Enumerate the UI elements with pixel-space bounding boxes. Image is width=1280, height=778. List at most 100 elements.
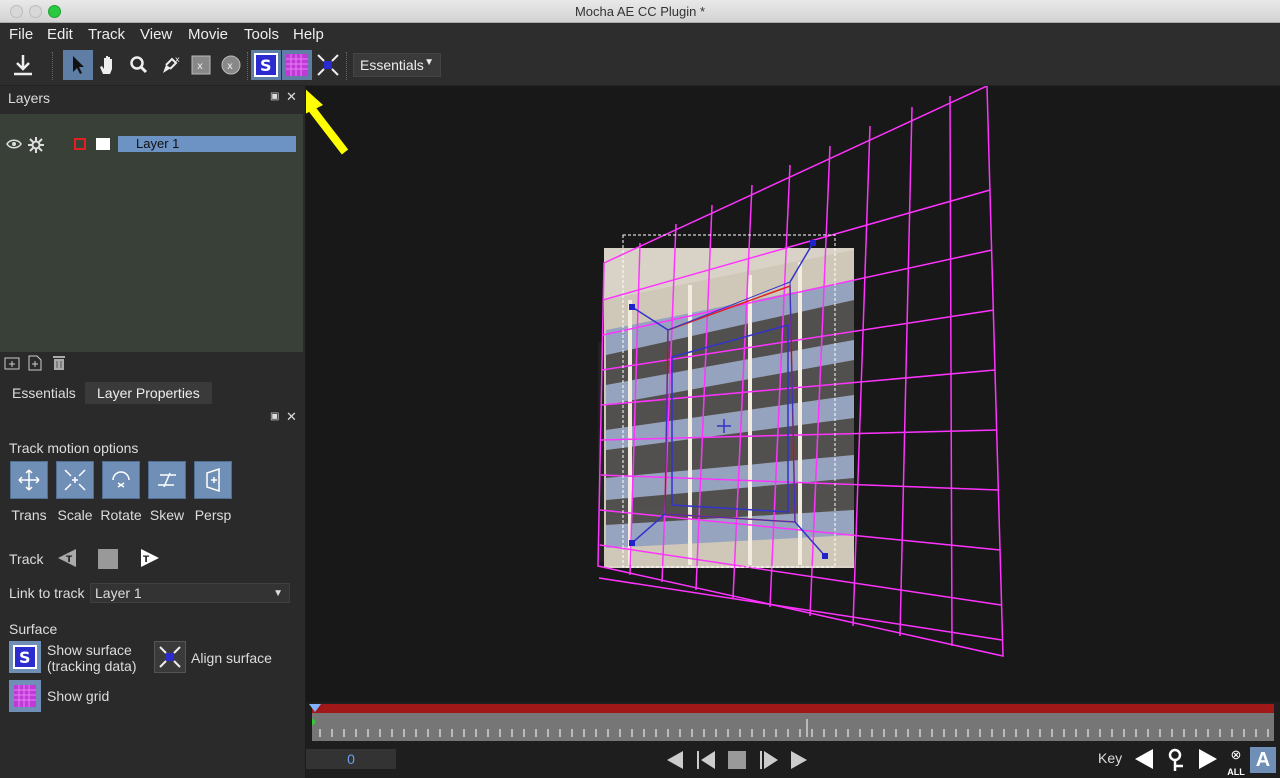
visibility-eye-icon[interactable]: [6, 138, 22, 150]
window-close-button[interactable]: [10, 5, 23, 18]
show-grid-toggle[interactable]: [282, 50, 312, 80]
zoom-tool-button[interactable]: [124, 50, 154, 80]
play-backwards-icon[interactable]: [696, 750, 716, 770]
layer-row-selected[interactable]: Layer 1: [118, 136, 296, 152]
rectangle-shape-icon: x: [191, 55, 211, 75]
stop-tracking-button[interactable]: [98, 549, 118, 569]
show-surface-subtext: (tracking data): [47, 658, 137, 674]
viewer-canvas[interactable]: [306, 86, 1280, 702]
export-button[interactable]: [8, 50, 38, 80]
motion-skew-button[interactable]: [148, 461, 186, 499]
svg-text:T: T: [66, 555, 73, 565]
toolbar-separator: [346, 52, 347, 80]
svg-text:x: x: [197, 61, 203, 72]
spline-tool-button[interactable]: x: [156, 50, 186, 80]
timeline-scrubber[interactable]: [312, 713, 1274, 741]
current-frame-field[interactable]: 0: [306, 749, 396, 769]
float-panel-icon[interactable]: ▣: [270, 91, 279, 102]
surface-s-icon: S: [13, 645, 37, 669]
ellipse-shape-icon: x: [221, 55, 241, 75]
align-surface-icon: [317, 54, 339, 76]
menu-movie[interactable]: Movie: [188, 26, 228, 43]
svg-text:x: x: [175, 55, 180, 64]
layer-color-swatch[interactable]: [74, 138, 86, 150]
show-surface-text: Show surface: [47, 642, 132, 658]
surface-s-icon: S: [254, 53, 278, 77]
autokey-button[interactable]: A: [1250, 747, 1276, 773]
motion-scale-button[interactable]: [56, 461, 94, 499]
delete-all-keys-button[interactable]: ⊗ ALL: [1226, 748, 1246, 778]
close-icon[interactable]: ✕: [286, 89, 297, 105]
tab-layer-properties[interactable]: Layer Properties: [85, 382, 212, 404]
motion-persp-button[interactable]: [194, 461, 232, 499]
new-layer-icon[interactable]: [28, 355, 42, 371]
rect-tool-button[interactable]: x: [186, 50, 216, 80]
menu-edit[interactable]: Edit: [47, 26, 73, 43]
add-keyframe-icon[interactable]: [1168, 748, 1188, 772]
prev-keyframe-icon[interactable]: [1134, 748, 1154, 770]
annotation-arrows: [306, 89, 349, 155]
window-minimize-button[interactable]: [29, 5, 42, 18]
grid-icon: [286, 54, 308, 76]
stop-playback-button[interactable]: [728, 751, 746, 769]
menu-track[interactable]: Track: [88, 26, 125, 43]
menu-tools[interactable]: Tools: [244, 26, 279, 43]
link-to-track-dropdown[interactable]: Layer 1 ▼: [90, 583, 290, 603]
magnifier-icon: [130, 56, 148, 74]
new-folder-icon[interactable]: [4, 356, 20, 370]
layer-matte-swatch[interactable]: [96, 138, 110, 150]
align-surface-label: Align surface: [191, 650, 272, 666]
timeline: 0 Key ⊗ ALL A: [306, 702, 1280, 778]
motion-rotate-button[interactable]: [102, 461, 140, 499]
motion-trans-button[interactable]: [10, 461, 48, 499]
tab-essentials[interactable]: Essentials: [0, 382, 88, 404]
left-panel: Layers ▣ ✕ ▼≡ Layer 1 Essentials Layer P…: [0, 86, 305, 778]
play-forwards-icon[interactable]: [759, 750, 779, 770]
hand-icon: [100, 56, 112, 74]
show-surface-button[interactable]: S: [9, 641, 41, 673]
menu-help[interactable]: Help: [293, 26, 324, 43]
layer-name: Layer 1: [136, 136, 180, 151]
translate-arrows-icon: [18, 469, 40, 491]
float-panel-icon[interactable]: ▣: [270, 411, 279, 422]
trash-icon[interactable]: [52, 355, 66, 371]
playhead-icon[interactable]: [308, 702, 322, 728]
window-maximize-button[interactable]: [48, 5, 61, 18]
show-surface-label: Show surface (tracking data): [47, 642, 136, 674]
track-backwards-icon[interactable]: T: [56, 548, 78, 568]
svg-text:x: x: [227, 61, 233, 72]
autokey-a-icon: A: [1255, 748, 1271, 771]
workspace-dropdown[interactable]: Essentials ▼: [353, 53, 441, 77]
align-surface-button[interactable]: [154, 641, 186, 673]
workspace-value: Essentials: [360, 57, 424, 73]
ellipse-tool-button[interactable]: x: [216, 50, 246, 80]
key-label: Key: [1098, 750, 1123, 766]
svg-text:S: S: [260, 56, 272, 75]
step-forward-icon[interactable]: [790, 750, 808, 770]
motion-rotate-label: Rotate: [100, 507, 142, 523]
menu-view[interactable]: View: [140, 26, 172, 43]
show-grid-button[interactable]: [9, 680, 41, 712]
link-to-track-value: Layer 1: [95, 585, 142, 601]
show-surface-toggle[interactable]: S: [251, 50, 281, 80]
step-back-icon[interactable]: [666, 750, 684, 770]
pointer-icon: [73, 56, 84, 74]
window-title: Mocha AE CC Plugin *: [574, 4, 706, 19]
pan-tool-button[interactable]: [93, 50, 123, 80]
svg-text:T: T: [143, 555, 150, 565]
perspective-icon: [206, 467, 220, 493]
motion-persp-label: Persp: [194, 507, 232, 523]
footage-image: [598, 248, 854, 568]
clip-viewer[interactable]: [306, 86, 1280, 702]
select-tool-button[interactable]: [63, 50, 93, 80]
close-icon[interactable]: ✕: [286, 409, 297, 425]
menu-file[interactable]: File: [9, 26, 33, 43]
cog-icon[interactable]: [28, 137, 44, 153]
pen-icon: x: [163, 55, 180, 73]
next-keyframe-icon[interactable]: [1198, 748, 1218, 770]
motion-skew-label: Skew: [149, 507, 185, 523]
timeline-inout-bar[interactable]: [312, 704, 1274, 713]
align-surface-button[interactable]: [313, 50, 343, 80]
track-label: Track: [9, 551, 44, 567]
track-forwards-icon[interactable]: T: [139, 548, 161, 568]
